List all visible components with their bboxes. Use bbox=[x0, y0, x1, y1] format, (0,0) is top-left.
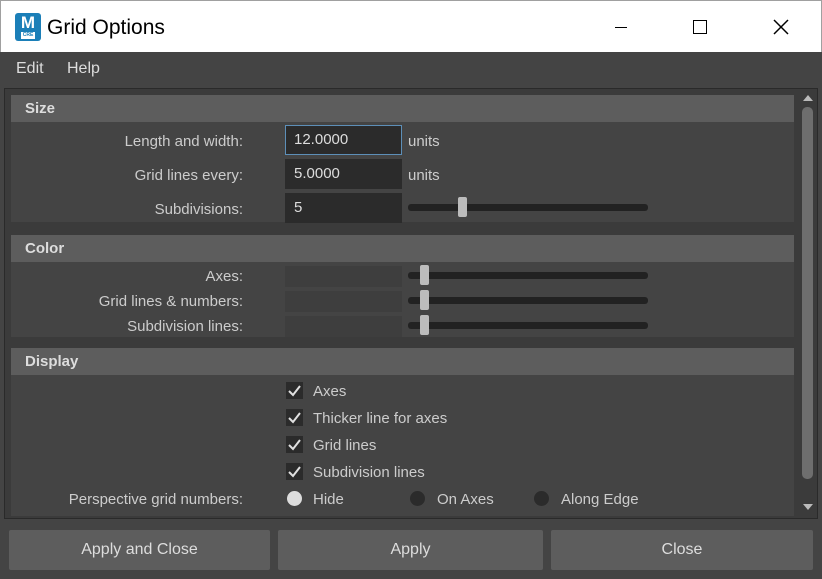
section-header-color[interactable]: Color bbox=[11, 235, 794, 262]
scroll-thumb[interactable] bbox=[802, 107, 813, 479]
length-width-unit: units bbox=[408, 133, 440, 150]
close-window-button[interactable] bbox=[754, 1, 808, 53]
grid-lines-numbers-swatch[interactable] bbox=[285, 291, 402, 312]
radio-along-edge-label[interactable]: Along Edge bbox=[561, 491, 639, 508]
grid-lines-checkbox-label[interactable]: Grid lines bbox=[313, 437, 376, 454]
grid-lines-every-field[interactable]: 5.0000 bbox=[285, 159, 402, 189]
section-body-color: Axes: Grid lines & numbers: Subdivision … bbox=[11, 262, 794, 337]
axes-color-slider[interactable] bbox=[408, 265, 648, 285]
apply-button[interactable]: Apply bbox=[278, 530, 543, 570]
perspective-grid-numbers-label: Perspective grid numbers: bbox=[68, 491, 243, 508]
maximize-button[interactable] bbox=[673, 1, 727, 53]
checkmark-icon bbox=[288, 466, 301, 478]
subdivisions-field[interactable]: 5 bbox=[285, 193, 402, 223]
subdivision-lines-checkbox-label[interactable]: Subdivision lines bbox=[313, 464, 425, 481]
thicker-line-checkbox-label[interactable]: Thicker line for axes bbox=[313, 410, 447, 427]
grid-lines-every-label: Grid lines every: bbox=[134, 167, 243, 184]
subdivision-lines-swatch[interactable] bbox=[285, 316, 402, 337]
section-header-size[interactable]: Size bbox=[11, 95, 794, 122]
subdivisions-slider[interactable] bbox=[408, 197, 648, 217]
subdivisions-slider-handle[interactable] bbox=[458, 197, 467, 217]
subdivision-lines-slider[interactable] bbox=[408, 315, 648, 335]
app-icon-letter: M bbox=[20, 13, 36, 32]
subdivision-lines-slider-handle[interactable] bbox=[420, 315, 429, 335]
grid-lines-numbers-slider[interactable] bbox=[408, 290, 648, 310]
length-width-field[interactable]: 12.0000 bbox=[285, 125, 402, 155]
minimize-icon bbox=[615, 26, 627, 28]
axes-checkbox[interactable] bbox=[286, 382, 303, 399]
section-body-size: Length and width: 12.0000 units Grid lin… bbox=[11, 122, 794, 223]
subdivisions-label: Subdivisions: bbox=[154, 201, 243, 218]
maximize-icon bbox=[693, 20, 707, 34]
checkmark-icon bbox=[288, 412, 301, 424]
checkmark-icon bbox=[288, 439, 301, 451]
radio-on-axes-label[interactable]: On Axes bbox=[437, 491, 494, 508]
radio-on-axes[interactable] bbox=[410, 491, 425, 506]
window-title: Grid Options bbox=[47, 16, 165, 39]
subdivision-lines-label: Subdivision lines: bbox=[127, 318, 243, 335]
minimize-button[interactable] bbox=[594, 1, 648, 53]
menu-edit[interactable]: Edit bbox=[16, 60, 44, 78]
section-header-display[interactable]: Display bbox=[11, 348, 794, 375]
app-icon-badge: CRE bbox=[21, 32, 35, 39]
thicker-line-checkbox[interactable] bbox=[286, 409, 303, 426]
section-body-display: Axes Thicker line for axes Grid lines Su… bbox=[11, 375, 794, 516]
axes-color-swatch[interactable] bbox=[285, 266, 402, 287]
menu-help[interactable]: Help bbox=[67, 60, 100, 78]
axes-color-label: Axes: bbox=[205, 268, 243, 285]
apply-and-close-button[interactable]: Apply and Close bbox=[9, 530, 270, 570]
grid-lines-numbers-slider-handle[interactable] bbox=[420, 290, 429, 310]
radio-hide-label[interactable]: Hide bbox=[313, 491, 344, 508]
scroll-down-icon[interactable] bbox=[803, 504, 813, 510]
vertical-scrollbar[interactable] bbox=[800, 93, 815, 516]
subdivision-lines-checkbox[interactable] bbox=[286, 463, 303, 480]
options-panel: Size Length and width: 12.0000 units Gri… bbox=[4, 88, 818, 519]
checkmark-icon bbox=[288, 385, 301, 397]
radio-hide[interactable] bbox=[287, 491, 302, 506]
radio-along-edge[interactable] bbox=[534, 491, 549, 506]
title-bar: M CRE Grid Options bbox=[0, 0, 822, 52]
grid-lines-numbers-label: Grid lines & numbers: bbox=[98, 293, 243, 310]
menu-bar: Edit Help bbox=[0, 52, 822, 86]
axes-color-slider-handle[interactable] bbox=[420, 265, 429, 285]
axes-checkbox-label[interactable]: Axes bbox=[313, 383, 346, 400]
app-icon: M CRE bbox=[15, 13, 41, 41]
scroll-up-icon[interactable] bbox=[803, 95, 813, 101]
grid-lines-every-unit: units bbox=[408, 167, 440, 184]
length-width-label: Length and width: bbox=[124, 133, 243, 150]
close-icon bbox=[773, 19, 789, 35]
grid-lines-checkbox[interactable] bbox=[286, 436, 303, 453]
close-button[interactable]: Close bbox=[551, 530, 813, 570]
